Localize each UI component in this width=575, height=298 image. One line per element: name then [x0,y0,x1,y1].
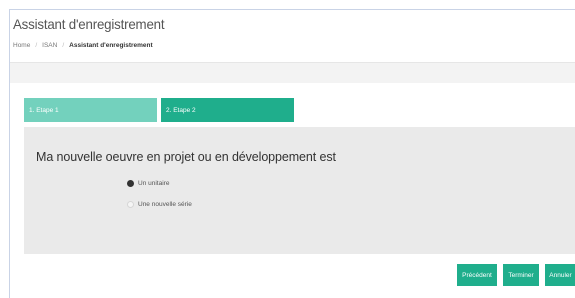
previous-button[interactable]: Précédent [457,264,497,286]
app-frame: Assistant d'enregistrement Home / ISAN / Ass… [9,9,575,298]
question-panel: Ma nouvelle oeuvre en projet ou en dével… [24,127,575,254]
page-header: Assistant d'enregistrement Home / ISAN / Ass… [10,10,575,63]
page-title: Assistant d'enregistrement [13,16,165,32]
step-2-tab[interactable]: 2. Etape 2 [161,98,294,122]
option-unitaire-label: Un unitaire [138,180,170,187]
breadcrumb-home-link[interactable]: Home [13,42,30,49]
breadcrumb-separator: / [62,42,65,49]
breadcrumb-separator: / [35,42,38,49]
wizard-card: 1. Etape 1 2. Etape 2 Ma nouvelle oeuvre… [10,83,575,298]
breadcrumb: Home / ISAN / Assistant d'enregistrement [13,42,153,49]
radio-nouvelle-serie[interactable] [127,201,134,208]
question-heading: Ma nouvelle oeuvre en projet ou en dével… [36,150,336,164]
cancel-button[interactable]: Annuler [545,264,575,286]
step-1-tab[interactable]: 1. Etape 1 [24,98,157,122]
radio-unitaire[interactable] [127,180,134,187]
finish-button[interactable]: Terminer [503,264,539,286]
option-nouvelle-serie-label: Une nouvelle série [138,201,192,208]
breadcrumb-isan-link[interactable]: ISAN [42,42,57,49]
breadcrumb-current: Assistant d'enregistrement [69,42,153,49]
